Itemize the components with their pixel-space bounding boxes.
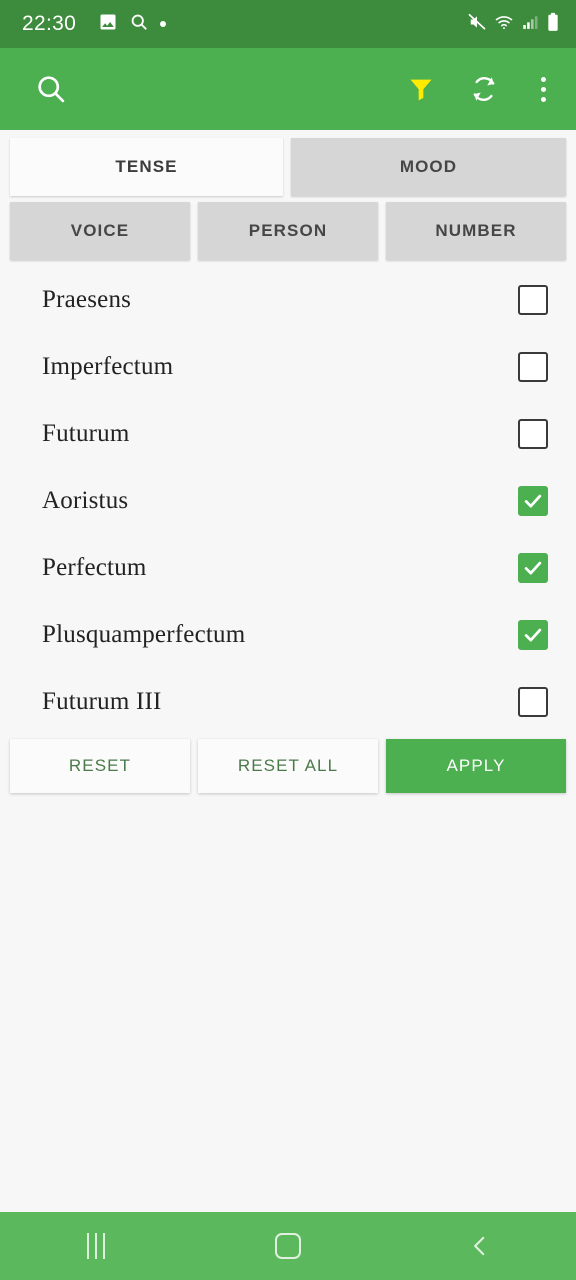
tab-number[interactable]: NUMBER [386,202,566,260]
option-checkbox[interactable] [518,619,548,650]
list-item[interactable]: Futurum III [0,668,576,735]
status-time: 22:30 [22,12,77,35]
option-checkbox[interactable] [518,418,548,449]
android-nav-bar [0,1212,576,1280]
list-item[interactable]: Futurum [0,400,576,467]
filter-tabs: TENSE MOOD VOICE PERSON NUMBER [0,130,576,260]
option-label: Aoristus [42,486,129,514]
search-icon [129,12,149,37]
list-item[interactable]: Praesens [0,266,576,333]
tab-mood[interactable]: MOOD [291,138,566,196]
action-buttons: RESET RESET ALL APPLY [0,735,576,793]
overflow-menu-icon[interactable] [533,73,554,106]
refresh-icon[interactable] [469,74,499,104]
tab-voice[interactable]: VOICE [10,202,190,260]
recents-icon[interactable] [46,1212,146,1280]
tab-tense[interactable]: TENSE [10,138,283,196]
option-label: Futurum [42,419,130,447]
tab-row-primary: TENSE MOOD [10,138,566,196]
option-checkbox[interactable] [518,485,548,516]
status-bar-left: 22:30 [22,12,467,37]
dot-indicator [160,21,167,27]
option-label: Perfectum [42,553,147,581]
back-icon[interactable] [430,1212,530,1280]
reset-all-button[interactable]: RESET ALL [198,739,378,793]
status-notification-icons [98,12,167,37]
option-checkbox[interactable] [518,552,548,583]
list-item[interactable]: Imperfectum [0,333,576,400]
list-item[interactable]: Plusquamperfectum [0,601,576,668]
tab-person[interactable]: PERSON [198,202,378,260]
battery-icon [546,12,560,37]
option-label: Futurum III [42,687,162,715]
signal-icon [521,13,539,36]
tense-option-list: Praesens Imperfectum Futurum Aoristus Pe… [0,266,576,735]
mute-icon [467,12,487,37]
reset-button[interactable]: RESET [10,739,190,793]
option-label: Praesens [42,285,132,313]
app-bar-actions [407,73,554,106]
search-button[interactable] [34,72,68,106]
status-bar-right [467,12,560,37]
option-label: Imperfectum [42,352,174,380]
wifi-icon [494,12,514,37]
option-label: Plusquamperfectum [42,620,246,648]
list-item[interactable]: Perfectum [0,534,576,601]
apply-button[interactable]: APPLY [386,739,566,793]
home-icon[interactable] [238,1212,338,1280]
app-bar [0,48,576,130]
option-checkbox[interactable] [518,686,548,717]
filter-funnel-icon[interactable] [407,75,435,103]
image-icon [98,12,118,37]
option-checkbox[interactable] [518,351,548,382]
list-item[interactable]: Aoristus [0,467,576,534]
status-bar: 22:30 [0,0,576,48]
tab-row-secondary: VOICE PERSON NUMBER [10,202,566,260]
option-checkbox[interactable] [518,284,548,315]
